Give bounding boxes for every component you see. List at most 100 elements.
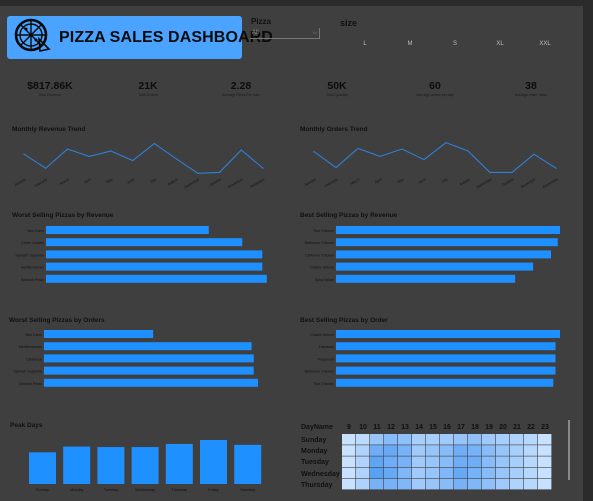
heatmap-hour-label: 20 [499, 424, 507, 431]
heatmap-cell [524, 434, 538, 445]
bar-category-label: Thai Chicken [313, 229, 334, 233]
bar-category-label: Spicy Italian [315, 278, 334, 282]
heatmap-cell [370, 456, 384, 467]
bar [44, 330, 154, 338]
worst-orders-title: Worst Selling Pizzas by Orders [9, 317, 105, 324]
size-option-xxl[interactable]: XXL [539, 41, 550, 47]
heatmap-cell [496, 456, 510, 467]
data-point [262, 167, 264, 169]
vertical-scrollbar[interactable] [568, 420, 570, 480]
data-point [88, 155, 90, 157]
heatmap-cell [524, 456, 538, 467]
bar [46, 274, 267, 283]
kpi-average-pizza-per-order: 2.28 Average Pizza Per oder [193, 80, 289, 97]
heatmap-cell [538, 456, 552, 467]
bar [336, 250, 552, 259]
heatmap-hour-label: 23 [541, 424, 549, 431]
dashboard-title-card: PIZZA SALES DASHBOARD [7, 16, 273, 59]
heatmap-cell [510, 456, 524, 467]
heatmap-day-label: Wednesday [301, 470, 340, 478]
heatmap-cell [398, 434, 412, 445]
bar [234, 444, 262, 484]
heatmap-cell [524, 445, 538, 456]
heatmap-cell [510, 434, 524, 445]
monthly-revenue-title: Monthly Revenue Trend [12, 126, 86, 133]
bar [29, 452, 56, 484]
heatmap-hour-label: 16 [443, 424, 451, 431]
data-point [66, 148, 69, 150]
pizza-icon [13, 18, 51, 57]
size-option-xl[interactable]: XL [496, 41, 503, 47]
data-point [313, 151, 315, 153]
heatmap-cell [454, 467, 468, 479]
worst-revenue-chart: Brie Carre Green Garden Spinach Supreme Med… [15, 226, 267, 283]
heatmap-hour-label: 14 [415, 424, 423, 431]
best-revenue-chart: Thai Chicken Barbecue Chicken California C… [305, 226, 560, 283]
bar-category-label: Spinach Supreme [13, 370, 42, 374]
bar [336, 262, 534, 271]
size-option-s[interactable]: S [453, 41, 457, 47]
pizza-filter-value: All [252, 30, 259, 36]
x-tick-label: May [397, 177, 405, 184]
heatmap-cell [538, 467, 552, 479]
heatmap-cell [426, 434, 440, 445]
kpi-label: Average Pizza Per oder [222, 93, 260, 97]
heatmap-hour-label: 13 [401, 424, 409, 431]
heatmap-hour-label: 15 [429, 424, 437, 431]
heatmap-day-label: Tuesday [301, 459, 329, 467]
x-tick-label: January [13, 177, 26, 187]
size-option-l[interactable]: L [363, 41, 366, 47]
heatmap-cell [426, 478, 440, 490]
heatmap-cell [440, 434, 454, 445]
data-point [401, 148, 403, 150]
heatmap-cell [384, 445, 398, 456]
heatmap-cell [468, 434, 482, 445]
data-point [110, 150, 112, 152]
x-tick-label: February [34, 177, 49, 188]
bar [44, 378, 258, 387]
pizza-filter-label: Pizza [251, 17, 272, 26]
heatmap-hour-label: 12 [387, 424, 395, 431]
bar-category-label: Brie Carre [28, 229, 44, 233]
bar [44, 354, 254, 363]
heatmap-cell [398, 467, 412, 479]
x-tick-label: July [441, 177, 449, 184]
heatmap-cell [398, 445, 412, 456]
bar-category-label: Classic Deluxe [310, 266, 334, 270]
x-tick-label: September [183, 177, 201, 190]
window-top-bar [0, 0, 593, 6]
kpi-label: Average orders per day [416, 93, 454, 97]
heatmap-cell [356, 445, 370, 456]
data-point [45, 167, 47, 169]
kpi-value: 2.28 [230, 80, 252, 92]
bar-category-label: California Chicken [305, 253, 334, 257]
kpi-label: Total Quantity [326, 93, 348, 97]
bar-category-label: Calabrese [26, 357, 42, 361]
heatmap-cell [482, 478, 496, 490]
heatmap-cell [538, 434, 552, 445]
x-tick-label: Monday [70, 488, 84, 492]
heatmap-cell [342, 478, 356, 490]
heatmap-day-label: Sunday [301, 437, 327, 444]
x-tick-label: April [83, 177, 91, 184]
heatmap-cell [426, 456, 440, 467]
pizza-filter-dropdown[interactable]: All ⌵ [250, 28, 320, 39]
bar-category-label: Pepperoni [318, 357, 335, 361]
data-point [240, 149, 242, 151]
data-point [132, 159, 134, 162]
heatmap-cell [426, 467, 440, 479]
heatmap-hour-label: 18 [471, 424, 479, 431]
heatmap-hour-label: 21 [513, 424, 521, 431]
heatmap-cell [356, 478, 370, 490]
bar-category-label: Chicken Pesto [19, 382, 42, 386]
bar [336, 378, 554, 387]
heatmap-row-header: DayName [301, 424, 333, 431]
x-tick-label: Thursday [171, 488, 187, 492]
heatmap-cell [454, 478, 468, 490]
worst-orders-chart: Brie Carre Mediterranean Calabrese Spinach … [13, 330, 258, 387]
bar [46, 226, 209, 234]
kpi-value: $817.86K [27, 80, 73, 92]
heatmap-hour-label: 10 [359, 424, 367, 431]
size-option-m[interactable]: M [408, 41, 413, 47]
heatmap-cell [342, 434, 356, 445]
